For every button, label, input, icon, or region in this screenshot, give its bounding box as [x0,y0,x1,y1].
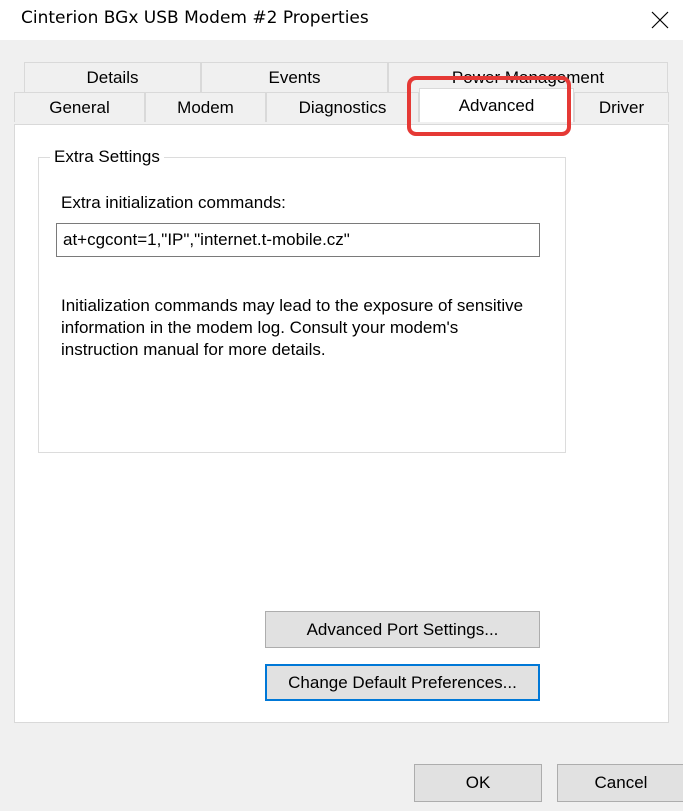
close-icon [651,11,669,29]
tab-label: Events [268,67,321,87]
cancel-button[interactable]: Cancel [557,764,683,802]
tab-label: General [49,97,110,117]
tab-label: Driver [598,97,645,117]
advanced-port-settings-button[interactable]: Advanced Port Settings... [265,611,540,648]
tab-modem[interactable]: Modem [145,92,266,122]
window-title: Cinterion BGx USB Modem #2 Properties [21,8,369,28]
close-button[interactable] [637,0,683,40]
info-text: Initialization commands may lead to the … [61,296,524,359]
tab-diagnostics[interactable]: Diagnostics [266,92,419,122]
extra-init-commands-label: Extra initialization commands: [61,193,286,212]
tab-label: Advanced [458,95,535,115]
extra-settings-label: Extra Settings [50,147,164,167]
tab-general[interactable]: General [14,92,145,122]
tab-driver[interactable]: Driver [574,92,669,122]
extra-init-commands-input[interactable] [56,223,540,257]
tab-advanced[interactable]: Advanced [419,88,574,122]
tab-row-front: General Modem Diagnostics Advanced Drive… [14,88,669,122]
change-default-preferences-button[interactable]: Change Default Preferences... [265,664,540,701]
ok-button[interactable]: OK [414,764,542,802]
title-bar: Cinterion BGx USB Modem #2 Properties [0,0,683,40]
tab-label: Power Management [451,67,605,87]
tab-events[interactable]: Events [201,62,388,92]
tab-label: Modem [177,97,234,117]
tab-label: Diagnostics [298,97,387,117]
tab-details[interactable]: Details [24,62,201,92]
tab-label: Details [86,67,139,87]
